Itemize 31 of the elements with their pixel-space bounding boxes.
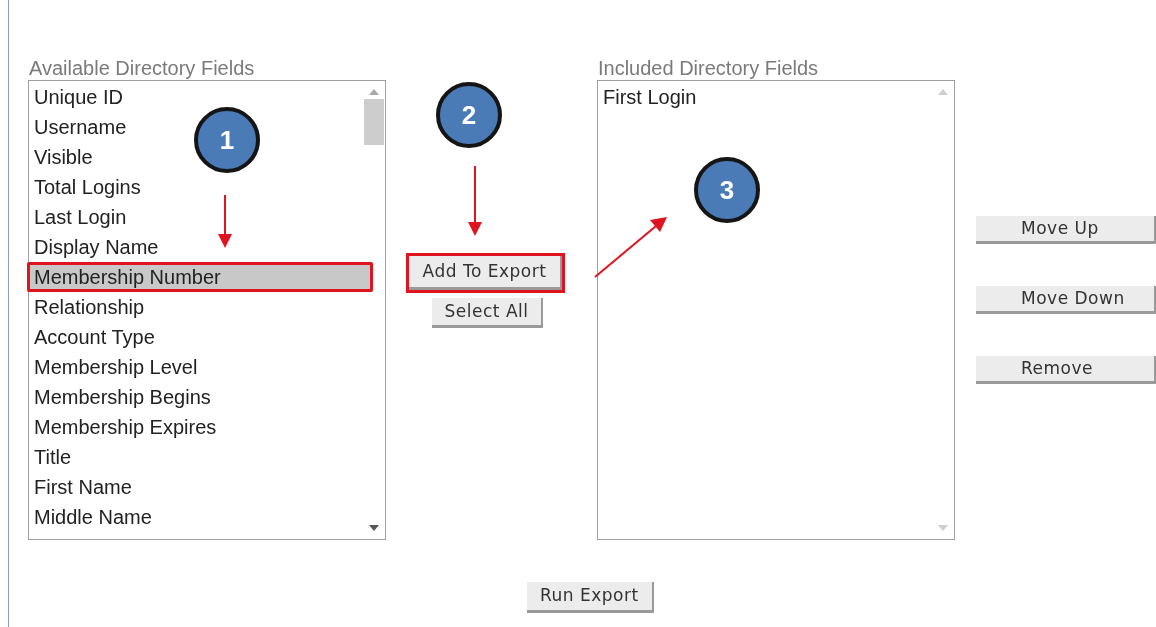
list-item[interactable]: Unique ID (29, 82, 128, 112)
list-label: Available Directory Fields (29, 56, 256, 80)
step-badge: 2 (436, 82, 502, 148)
list-item[interactable]: Title (29, 442, 77, 472)
scroll-up-icon[interactable] (369, 89, 379, 95)
list-item[interactable]: Total Logins (29, 172, 146, 202)
list-label: Included Directory Fields (598, 56, 820, 80)
list-item[interactable]: Display Name (29, 232, 164, 262)
arrow (218, 194, 232, 248)
list-item[interactable]: Membership Expires (29, 412, 222, 442)
action-button[interactable]: Move Down (976, 286, 1156, 314)
list-item[interactable]: First Login (598, 82, 702, 112)
action-button[interactable]: Add To Export (408, 256, 563, 290)
list-item[interactable]: First Name (29, 472, 137, 502)
list-item[interactable]: Middle Name (29, 502, 157, 532)
run-export-button[interactable]: Run Export (527, 582, 654, 613)
list-item[interactable]: Visible (29, 142, 98, 172)
arrow (468, 165, 482, 236)
list-item[interactable]: Relationship (29, 292, 150, 322)
action-button[interactable]: Move Up (976, 216, 1156, 244)
list-item[interactable]: Membership Number (27, 262, 373, 292)
action-button[interactable]: Remove (976, 356, 1156, 384)
action-button[interactable]: Select All (431, 298, 544, 328)
list-item[interactable]: Username (29, 112, 132, 142)
list-item[interactable]: Membership Level (29, 352, 203, 382)
list-item[interactable]: Account Type (29, 322, 160, 352)
list-item[interactable]: Membership Begins (29, 382, 216, 412)
scroll-down-icon[interactable] (369, 525, 379, 531)
list-item[interactable]: Last Login (29, 202, 132, 232)
scroll-up-icon[interactable] (938, 89, 948, 95)
scroll-thumb[interactable] (364, 99, 384, 145)
